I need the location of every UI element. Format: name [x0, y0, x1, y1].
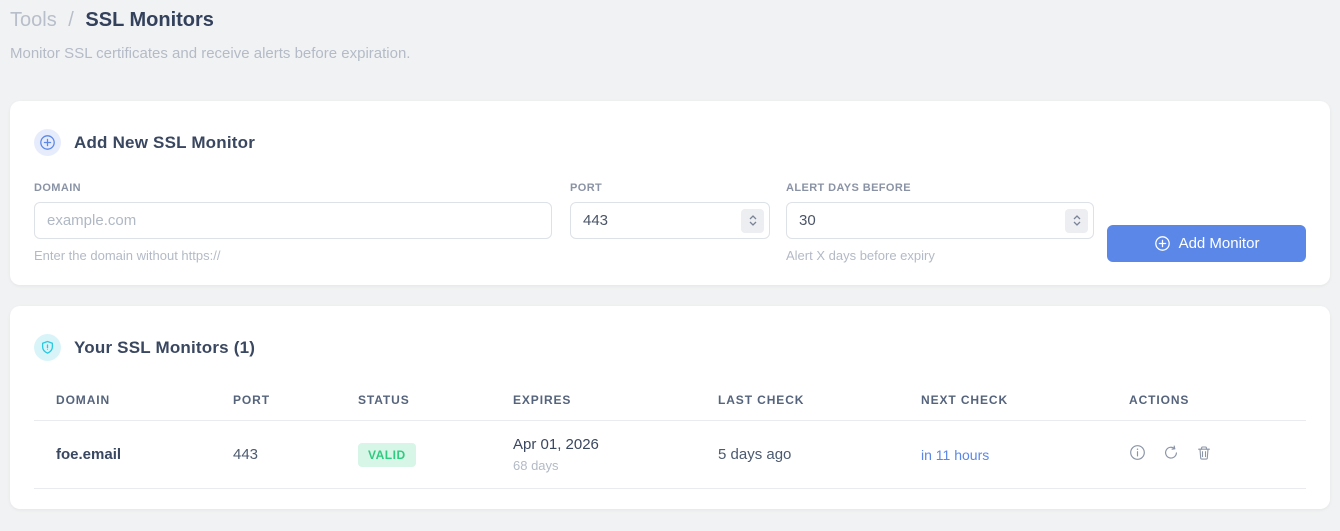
domain-field-group: DOMAIN Enter the domain without https://	[34, 182, 552, 263]
add-monitor-button-label: Add Monitor	[1178, 235, 1260, 252]
port-input[interactable]	[570, 202, 770, 239]
cell-expires: Apr 01, 2026 68 days	[491, 420, 696, 489]
port-stepper[interactable]	[741, 208, 764, 233]
alert-days-helper-text: Alert X days before expiry	[786, 248, 935, 263]
chevron-down-icon	[1073, 221, 1080, 226]
port-field-group: PORT	[570, 182, 770, 239]
alert-days-label: ALERT DAYS BEFORE	[786, 182, 911, 194]
breadcrumb-separator: /	[68, 9, 74, 31]
refresh-icon	[1165, 445, 1178, 459]
page-subtitle: Monitor SSL certificates and receive ale…	[10, 45, 411, 62]
chevron-up-icon	[1073, 215, 1080, 220]
add-monitor-card: Add New SSL Monitor DOMAIN Enter the dom…	[10, 101, 1330, 285]
table-header-row: DOMAIN PORT STATUS EXPIRES LAST CHECK NE…	[34, 393, 1306, 421]
shield-icon	[34, 334, 61, 361]
domain-input[interactable]	[34, 202, 552, 239]
col-header-expires: EXPIRES	[491, 393, 696, 421]
add-monitor-button[interactable]: Add Monitor	[1107, 225, 1306, 262]
table-row: foe.email 443 VALID Apr 01, 2026 68 days…	[34, 420, 1306, 489]
cell-port: 443	[211, 420, 336, 489]
col-header-last-check: LAST CHECK	[696, 393, 899, 421]
alert-days-input[interactable]	[786, 202, 1094, 239]
page: Tools / SSL Monitors Monitor SSL certifi…	[0, 0, 1340, 509]
monitors-table: DOMAIN PORT STATUS EXPIRES LAST CHECK NE…	[34, 393, 1306, 489]
col-header-next-check: NEXT CHECK	[899, 393, 1107, 421]
add-monitor-form: DOMAIN Enter the domain without https://…	[34, 182, 1306, 263]
trash-icon	[1198, 446, 1211, 460]
add-card-title: Add New SSL Monitor	[74, 132, 256, 152]
cell-next-check: in 11 hours	[899, 420, 1107, 489]
cell-last-check: 5 days ago	[696, 420, 899, 489]
col-header-port: PORT	[211, 393, 336, 421]
expires-days-remaining: 68 days	[513, 458, 559, 473]
info-button[interactable]	[1129, 444, 1146, 461]
status-badge: VALID	[358, 442, 416, 467]
refresh-button[interactable]	[1163, 445, 1179, 461]
breadcrumb: Tools / SSL Monitors	[10, 0, 1330, 32]
cell-status: VALID	[336, 420, 491, 489]
cell-actions	[1107, 420, 1306, 489]
col-header-actions: ACTIONS	[1107, 393, 1306, 421]
chevron-up-icon	[749, 215, 756, 220]
alert-days-stepper[interactable]	[1065, 208, 1088, 233]
monitors-card: Your SSL Monitors (1) DOMAIN PORT STATUS…	[10, 306, 1330, 509]
breadcrumb-tools-link[interactable]: Tools	[10, 9, 57, 31]
monitors-card-header: Your SSL Monitors (1)	[34, 334, 1306, 361]
info-icon	[1130, 445, 1145, 460]
domain-label: DOMAIN	[34, 182, 82, 194]
plus-circle-icon	[1154, 235, 1171, 252]
col-header-status: STATUS	[336, 393, 491, 421]
page-title: SSL Monitors	[85, 9, 214, 31]
add-card-header: Add New SSL Monitor	[34, 129, 1306, 156]
col-header-domain: DOMAIN	[34, 393, 211, 421]
delete-button[interactable]	[1196, 445, 1212, 461]
chevron-down-icon	[749, 221, 756, 226]
alert-days-field-group: ALERT DAYS BEFORE Alert X days before ex…	[786, 182, 1094, 263]
cell-domain: foe.email	[34, 420, 211, 489]
monitors-card-title: Your SSL Monitors (1)	[74, 337, 256, 357]
expires-date: Apr 01, 2026	[513, 436, 599, 453]
domain-helper-text: Enter the domain without https://	[34, 248, 221, 263]
port-label: PORT	[570, 182, 603, 194]
plus-circle-icon	[34, 129, 61, 156]
